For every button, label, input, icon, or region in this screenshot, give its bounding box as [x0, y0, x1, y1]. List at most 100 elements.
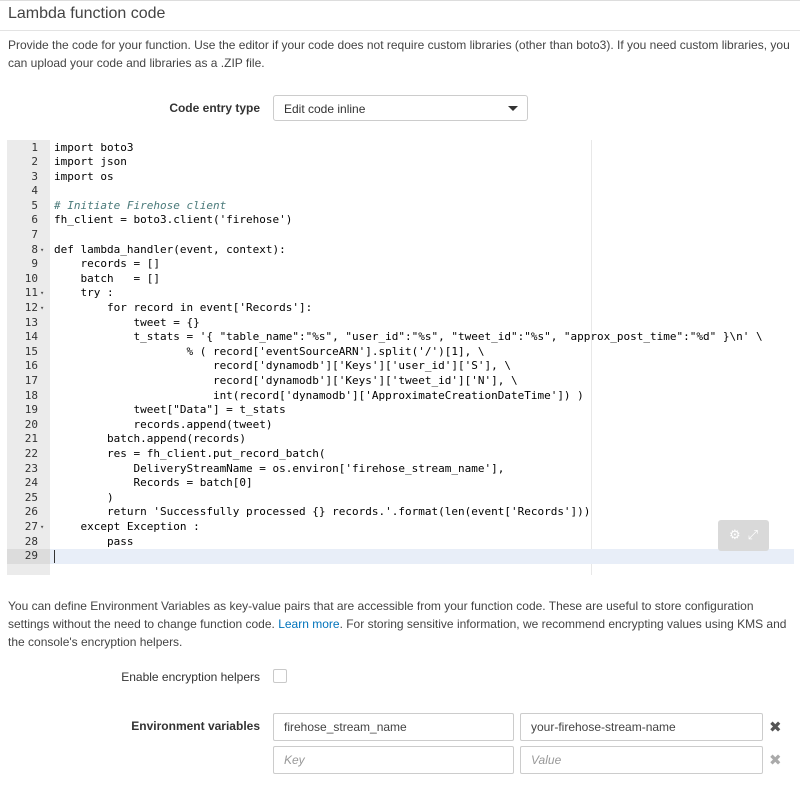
line-number: 21	[24, 432, 38, 446]
code-text: Records = batch[0]	[54, 476, 253, 490]
encryption-label: Enable encryption helpers	[121, 670, 260, 684]
expand-icon[interactable]: ⤢	[748, 528, 758, 543]
line-number: 9	[31, 257, 38, 271]
code-text: import boto3	[54, 140, 134, 154]
code-text: int(record['dynamodb']['ApproximateCreat…	[54, 388, 584, 402]
line-number: 4	[31, 184, 38, 198]
code-text: res = fh_client.put_record_batch(	[54, 446, 326, 460]
code-text: import json	[54, 155, 127, 169]
env-description: You can define Environment Variables as …	[8, 597, 793, 651]
code-text: record['dynamodb']['Keys']['tweet_id']['…	[54, 374, 518, 387]
learn-more-link[interactable]: Learn more	[278, 617, 339, 631]
line-number: 5	[31, 198, 38, 212]
line-number: 26	[24, 505, 38, 519]
line-number: 28	[24, 534, 38, 548]
code-text: records = []	[54, 257, 160, 271]
code-line: 8 ▾ def lambda_handler(event, context):	[7, 243, 794, 258]
code-text: batch = []	[54, 271, 160, 285]
env-value-input[interactable]	[520, 713, 763, 741]
title-divider	[0, 30, 800, 31]
code-line: 21 batch.append(records)	[7, 432, 794, 447]
line-number: 29	[7, 549, 50, 564]
code-line: 28 pass	[7, 535, 794, 550]
code-text: try :	[54, 286, 114, 300]
line-number: 23	[24, 461, 38, 475]
code-line: 4	[7, 184, 794, 199]
code-entry-select[interactable]: Edit code inline	[273, 95, 528, 121]
code-line: 27 ▾ except Exception :	[7, 520, 794, 535]
line-number: 20	[24, 417, 38, 431]
code-entry-label: Code entry type	[169, 101, 260, 115]
code-line: 13 tweet = {}	[7, 316, 794, 331]
editor-lines: 1 import boto3 2 import json 3 import os 4 5 # I…	[7, 140, 794, 564]
code-line: 26 return 'Successfully processed {} rec…	[7, 505, 794, 520]
code-line: 19 tweet["Data"] = t_stats	[7, 403, 794, 418]
code-line: 7	[7, 228, 794, 243]
code-line: 23 DeliveryStreamName = os.environ['fire…	[7, 462, 794, 477]
code-line: 2 import json	[7, 155, 794, 170]
env-value-input-empty[interactable]	[520, 746, 763, 774]
gear-icon[interactable]: ⚙	[729, 528, 741, 543]
line-number: 14	[24, 330, 38, 344]
code-text: for record in event['Records']:	[54, 301, 313, 315]
line-number: 6	[31, 213, 38, 227]
code-line: 3 import os	[7, 170, 794, 185]
code-line: 16 record['dynamodb']['Keys']['user_id']…	[7, 359, 794, 374]
line-number: 19	[24, 403, 38, 417]
remove-variable-icon[interactable]: ✖	[769, 718, 782, 736]
code-text: except Exception :	[54, 519, 200, 533]
code-line: 12 ▾ for record in event['Records']:	[7, 301, 794, 316]
line-number: 2	[31, 155, 38, 169]
code-text: pass	[54, 534, 134, 548]
fold-toggle-icon[interactable]: ▾	[40, 520, 49, 535]
code-text: fh_client = boto3.client('firehose')	[54, 213, 293, 227]
line-number: 15	[24, 344, 38, 358]
code-line: 20 records.append(tweet)	[7, 418, 794, 433]
code-text: )	[54, 490, 114, 504]
editor-tools[interactable]: ⚙ ⤢	[718, 520, 769, 551]
env-key-input[interactable]	[273, 713, 514, 741]
code-line: 10 batch = []	[7, 272, 794, 287]
code-editor[interactable]: 1 import boto3 2 import json 3 import os 4 5 # I…	[7, 140, 794, 575]
code-line: 18 int(record['dynamodb']['ApproximateCr…	[7, 389, 794, 404]
code-text: return 'Successfully processed {} record…	[54, 505, 591, 519]
fold-toggle-icon[interactable]: ▾	[40, 243, 49, 258]
code-text: record['dynamodb']['Keys']['user_id']['S…	[54, 359, 511, 373]
env-key-input-empty[interactable]	[273, 746, 514, 774]
line-number: 1	[31, 140, 38, 154]
code-line: 11 ▾ try :	[7, 286, 794, 301]
code-line: 29	[7, 549, 794, 564]
code-line: 25 )	[7, 491, 794, 506]
code-text: tweet = {}	[54, 315, 200, 329]
code-line: 6 fh_client = boto3.client('firehose')	[7, 213, 794, 228]
code-line: 1 import boto3	[7, 141, 794, 156]
line-number: 25	[24, 490, 38, 504]
remove-variable-icon-disabled[interactable]: ✖	[769, 751, 782, 769]
line-number: 17	[24, 374, 38, 387]
code-line: 22 res = fh_client.put_record_batch(	[7, 447, 794, 462]
code-text: tweet["Data"] = t_stats	[54, 403, 286, 417]
line-number: 10	[24, 271, 38, 285]
code-text: import os	[54, 169, 114, 183]
code-line: 14 t_stats = '{ "table_name":"%s", "user…	[7, 330, 794, 345]
text-cursor	[54, 550, 55, 564]
code-line: 9 records = []	[7, 257, 794, 272]
line-number: 3	[31, 169, 38, 183]
top-divider	[0, 0, 800, 1]
fold-toggle-icon[interactable]: ▾	[40, 286, 49, 301]
line-number: 24	[24, 476, 38, 490]
code-line: 15 % ( record['eventSourceARN'].split('/…	[7, 345, 794, 360]
code-text: batch.append(records)	[54, 432, 247, 446]
code-entry-row: Code entry type Edit code inline	[0, 95, 800, 121]
code-text: % ( record['eventSourceARN'].split('/')[…	[54, 344, 485, 358]
code-text: def lambda_handler(event, context):	[54, 242, 286, 256]
chevron-down-icon	[508, 106, 518, 111]
fold-toggle-icon[interactable]: ▾	[40, 301, 49, 316]
code-text: t_stats = '{ "table_name":"%s", "user_id…	[54, 330, 763, 344]
line-number: 13	[24, 315, 38, 329]
encryption-row: Enable encryption helpers	[0, 668, 800, 686]
line-number: 22	[24, 446, 38, 460]
encryption-checkbox[interactable]	[273, 669, 287, 683]
section-title: Lambda function code	[8, 5, 166, 22]
code-entry-selected: Edit code inline	[284, 102, 366, 116]
